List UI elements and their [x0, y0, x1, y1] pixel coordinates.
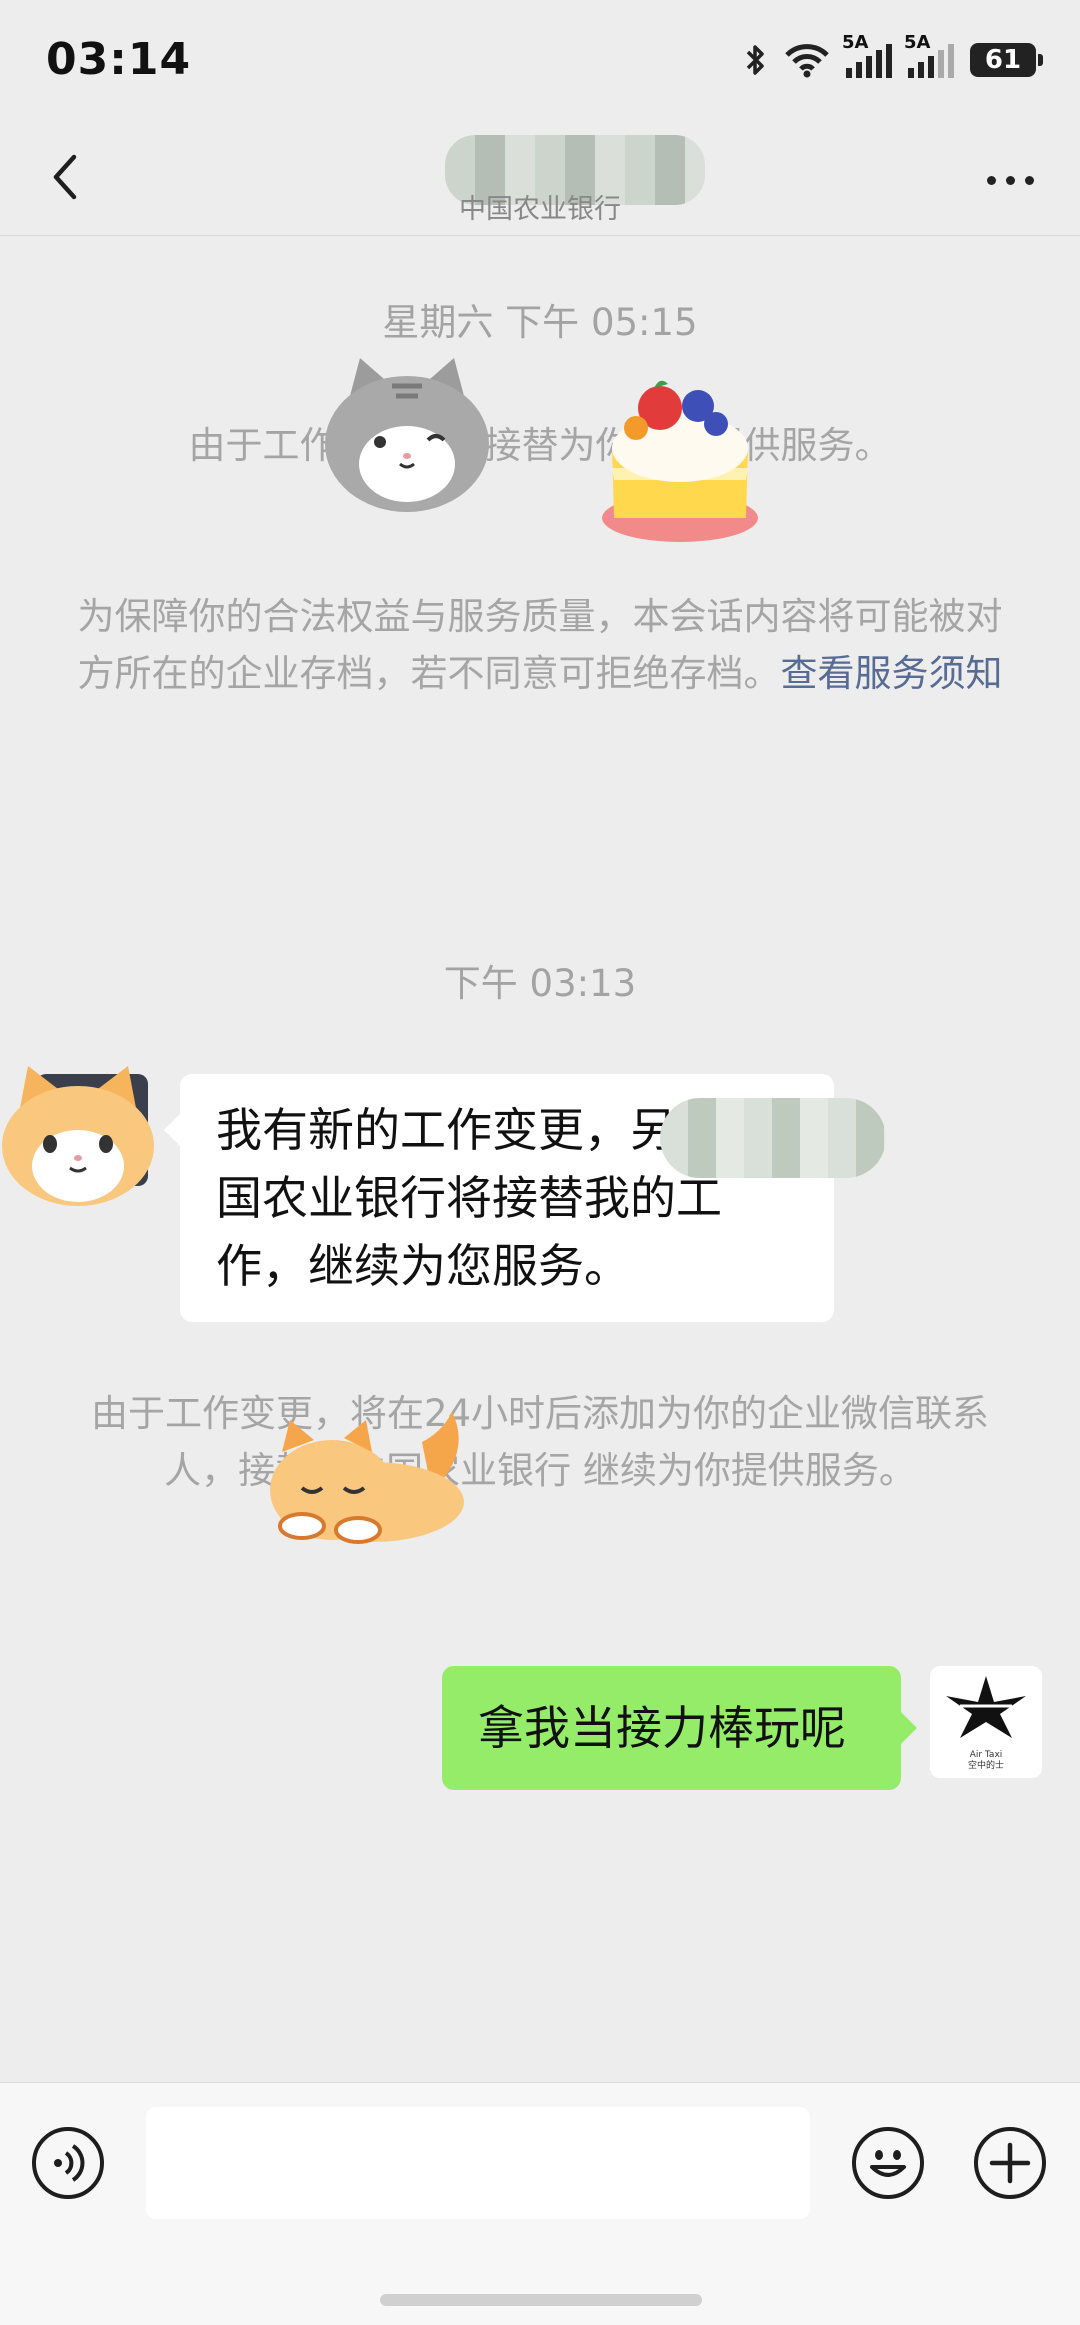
- system-message: 由于工作变更，已接替为你继续提供服务。: [188, 424, 892, 467]
- sleeping-cat-sticker: [270, 1412, 464, 1544]
- emoji-button[interactable]: [852, 2127, 924, 2199]
- outgoing-message-bubble[interactable]: 拿我当接力棒玩呢: [442, 1666, 917, 1790]
- air-taxi-logo-icon: [946, 1676, 1026, 1738]
- more-button[interactable]: [980, 165, 1040, 195]
- service-notice-link[interactable]: 查看服务须知: [781, 652, 1003, 695]
- signal-label-2: 5A: [904, 32, 931, 53]
- signal-icon-2: 5A: [904, 32, 954, 78]
- avatar-logo-text-cn: 空中的士: [967, 1761, 1004, 1771]
- avatar-logo-text-en: Air Taxi: [969, 1750, 1003, 1760]
- my-avatar[interactable]: Air Taxi 空中的士: [930, 1666, 1042, 1778]
- wifi-icon: [785, 44, 829, 78]
- status-icons: 5A 5A 61: [744, 32, 1043, 80]
- voice-icon: [54, 2144, 85, 2182]
- voice-button[interactable]: [32, 2127, 104, 2199]
- contact-company: 中国农业银行: [459, 194, 621, 225]
- cat-sticker: [325, 358, 489, 512]
- more-functions-button[interactable]: [974, 2127, 1046, 2199]
- status-time: 03:14: [46, 34, 192, 85]
- signal-icon-1: 5A: [842, 32, 892, 78]
- outgoing-message-text: 拿我当接力棒玩呢: [478, 1701, 846, 1755]
- archive-notice: 为保障你的合法权益与服务质量，本会话内容将可能被对方所在的企业存档，若不同意可拒…: [70, 588, 1010, 702]
- timestamp: 星期六 下午 05:15: [382, 301, 698, 344]
- bluetooth-icon: [746, 45, 764, 75]
- signal-label-1: 5A: [842, 32, 869, 53]
- home-indicator[interactable]: [380, 2294, 702, 2306]
- timestamp: 下午 03:13: [443, 962, 637, 1005]
- status-bar: 03:14 5A 5A 61: [0, 0, 1080, 125]
- system-message: 由于工作变更，将在24小时后添加为你的企业微信联系人，接替@中国农业银行 继续为…: [90, 1392, 990, 1492]
- plus-icon: [989, 2142, 1031, 2184]
- message-input[interactable]: [146, 2107, 810, 2219]
- emoji-icon: [870, 2150, 906, 2177]
- input-bar: [0, 2082, 1080, 2325]
- battery-indicator: 61: [970, 43, 1043, 77]
- cat-sticker: [2, 1066, 154, 1206]
- chat-header: 中国农业银行: [0, 125, 1080, 236]
- more-icon: [986, 175, 996, 185]
- redacted-name: [660, 1098, 886, 1178]
- cake-sticker: [602, 380, 758, 542]
